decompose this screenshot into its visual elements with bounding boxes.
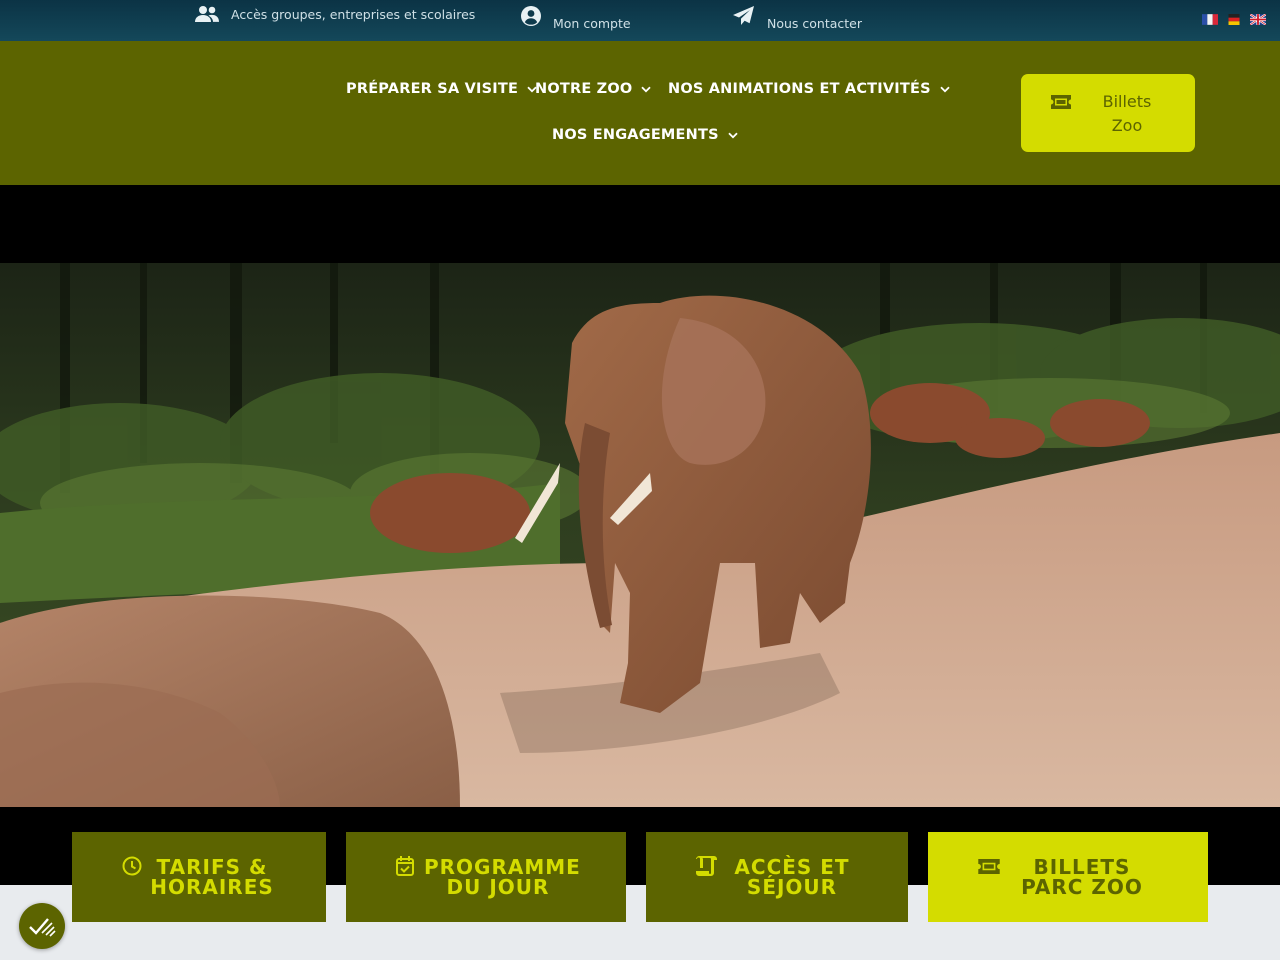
hero-image [0, 263, 1280, 807]
main-nav: PRÉPARER SA VISITE NOTRE ZOO NOS ANIMATI… [0, 41, 1280, 185]
language-switcher [1202, 14, 1266, 25]
calendar-check-icon [396, 856, 414, 876]
flag-de-icon[interactable] [1226, 14, 1242, 25]
contact-label: Nous contacter [767, 15, 863, 31]
nav-our-zoo[interactable]: NOTRE ZOO [535, 81, 652, 97]
tile-prices-hours-label: TARIFS & HORAIRES [150, 857, 274, 897]
scroll-icon [696, 856, 720, 876]
users-icon [195, 5, 219, 23]
ticket-icon [1051, 94, 1071, 113]
tile-3-line1: ACCÈS ET [734, 855, 850, 879]
chevron-down-icon [641, 86, 652, 92]
tile-2-line1: PROGRAMME [424, 855, 581, 879]
nav-commitments[interactable]: NOS ENGAGEMENTS [552, 127, 738, 143]
tile-daily-program-label: PROGRAMME DU JOUR [424, 855, 581, 899]
flag-en-icon[interactable] [1250, 14, 1266, 25]
top-utility-bar: Accès groupes, entreprises et scolaires … [0, 0, 1280, 41]
nav-activities-label: NOS ANIMATIONS ET ACTIVITÉS [668, 81, 931, 97]
chevron-down-icon [728, 132, 738, 138]
chevron-down-icon [940, 86, 950, 92]
checkmark-lines-icon [29, 918, 56, 937]
tile-3-line2: SÉJOUR [746, 875, 838, 899]
tile-daily-program[interactable]: PROGRAMME DU JOUR [346, 832, 626, 922]
user-circle-icon [521, 6, 541, 26]
nav-prepare-visit[interactable]: PRÉPARER SA VISITE [346, 81, 537, 97]
contact-link[interactable]: Nous contacter [733, 6, 862, 31]
tile-1-line2: HORAIRES [150, 875, 274, 899]
elephant-scene [0, 263, 1280, 807]
tickets-zoo-line2: Zoo [1111, 116, 1143, 135]
groups-access-link[interactable]: Accès groupes, entreprises et scolaires [195, 5, 475, 23]
tickets-zoo-line1: Billets [1102, 92, 1152, 111]
groups-access-label: Accès groupes, entreprises et scolaires [231, 6, 476, 22]
flag-fr-icon[interactable] [1202, 14, 1218, 25]
nav-our-zoo-label: NOTRE ZOO [535, 81, 633, 97]
tile-park-tickets[interactable]: BILLETS PARC ZOO [928, 832, 1208, 922]
tile-2-line2: DU JOUR [446, 875, 550, 899]
tile-1-line1: TARIFS & [156, 855, 268, 879]
elephant-foreground [0, 595, 460, 807]
tickets-zoo-label: Billets Zoo [1097, 90, 1157, 138]
tile-park-tickets-label: BILLETS PARC ZOO [1012, 857, 1152, 897]
my-account-link[interactable]: Mon compte [521, 6, 631, 31]
my-account-label: Mon compte [553, 15, 631, 31]
clock-icon [122, 856, 142, 876]
tile-prices-hours[interactable]: TARIFS & HORAIRES [72, 832, 326, 922]
nav-commitments-label: NOS ENGAGEMENTS [552, 127, 719, 143]
nav-prepare-visit-label: PRÉPARER SA VISITE [346, 81, 519, 97]
ticket-icon [978, 859, 1000, 874]
paper-plane-icon [733, 6, 755, 26]
tickets-zoo-button[interactable]: Billets Zoo [1021, 74, 1195, 152]
tile-4-line2: PARC ZOO [1021, 875, 1143, 899]
tile-access-stay-label: ACCÈS ET SÉJOUR [730, 857, 854, 897]
nav-activities[interactable]: NOS ANIMATIONS ET ACTIVITÉS [668, 81, 950, 97]
cookie-consent-button[interactable] [19, 903, 65, 949]
tile-4-line1: BILLETS [1033, 855, 1131, 879]
tile-access-stay[interactable]: ACCÈS ET SÉJOUR [646, 832, 908, 922]
